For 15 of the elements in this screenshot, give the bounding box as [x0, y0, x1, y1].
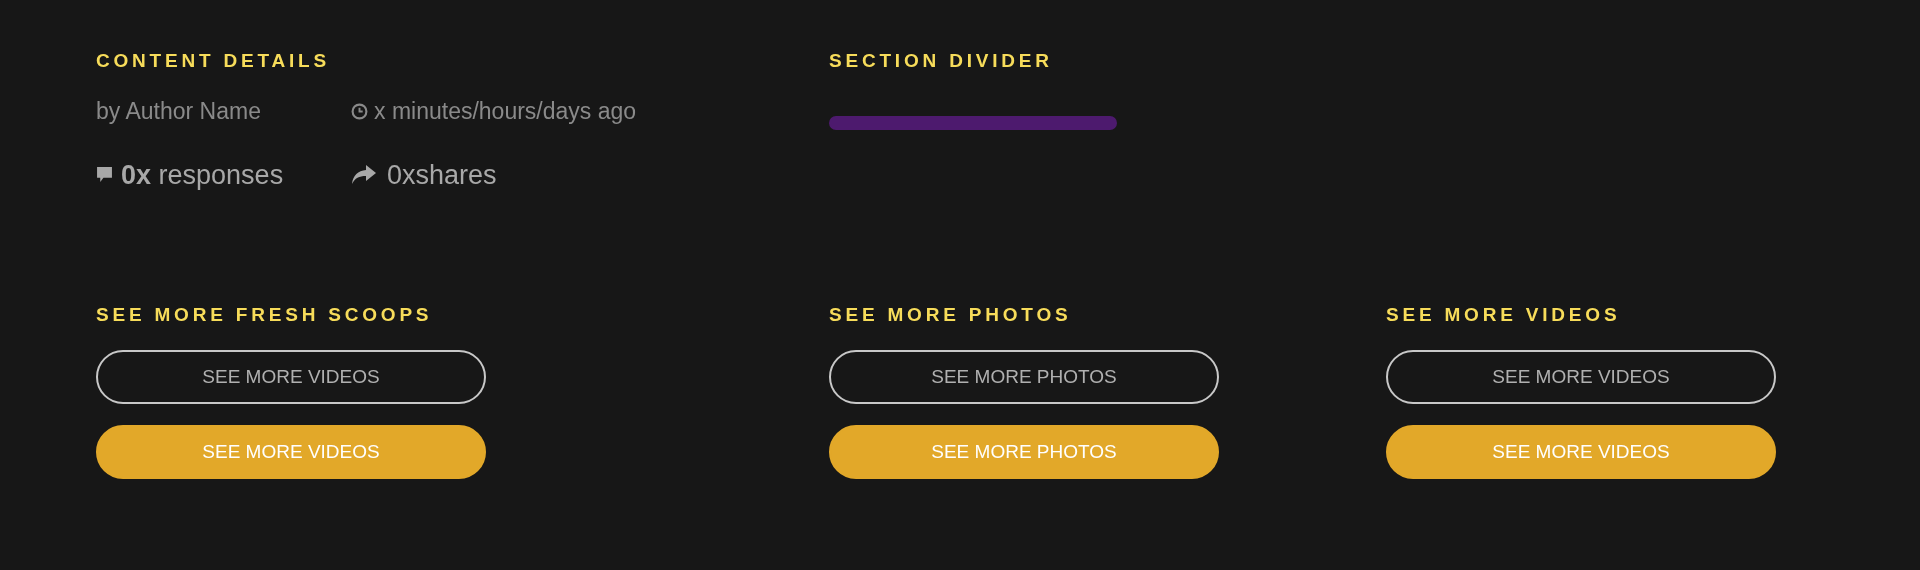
response-count: 0x responses [121, 158, 285, 192]
clock-icon [351, 102, 368, 120]
author-name: by Author Name [96, 97, 262, 126]
timestamp: x minutes/hours/days ago [374, 97, 637, 126]
outline-button[interactable]: SEE MORE VIDEOS [1386, 350, 1776, 404]
comment-icon [96, 166, 113, 184]
section-heading: CONTENT DETAILS [96, 51, 331, 70]
section-heading: SEE MORE PHOTOS [829, 305, 1073, 324]
outline-button[interactable]: SEE MORE VIDEOS [96, 350, 486, 404]
section-heading: SECTION DIVIDER [829, 51, 1054, 70]
share-count: 0xshares [387, 158, 497, 192]
section-heading: SEE MORE VIDEOS [1386, 305, 1622, 324]
outline-button[interactable]: SEE MORE PHOTOS [829, 350, 1219, 404]
section-heading: SEE MORE FRESH SCOOPS [96, 305, 434, 324]
share-icon [351, 163, 377, 186]
